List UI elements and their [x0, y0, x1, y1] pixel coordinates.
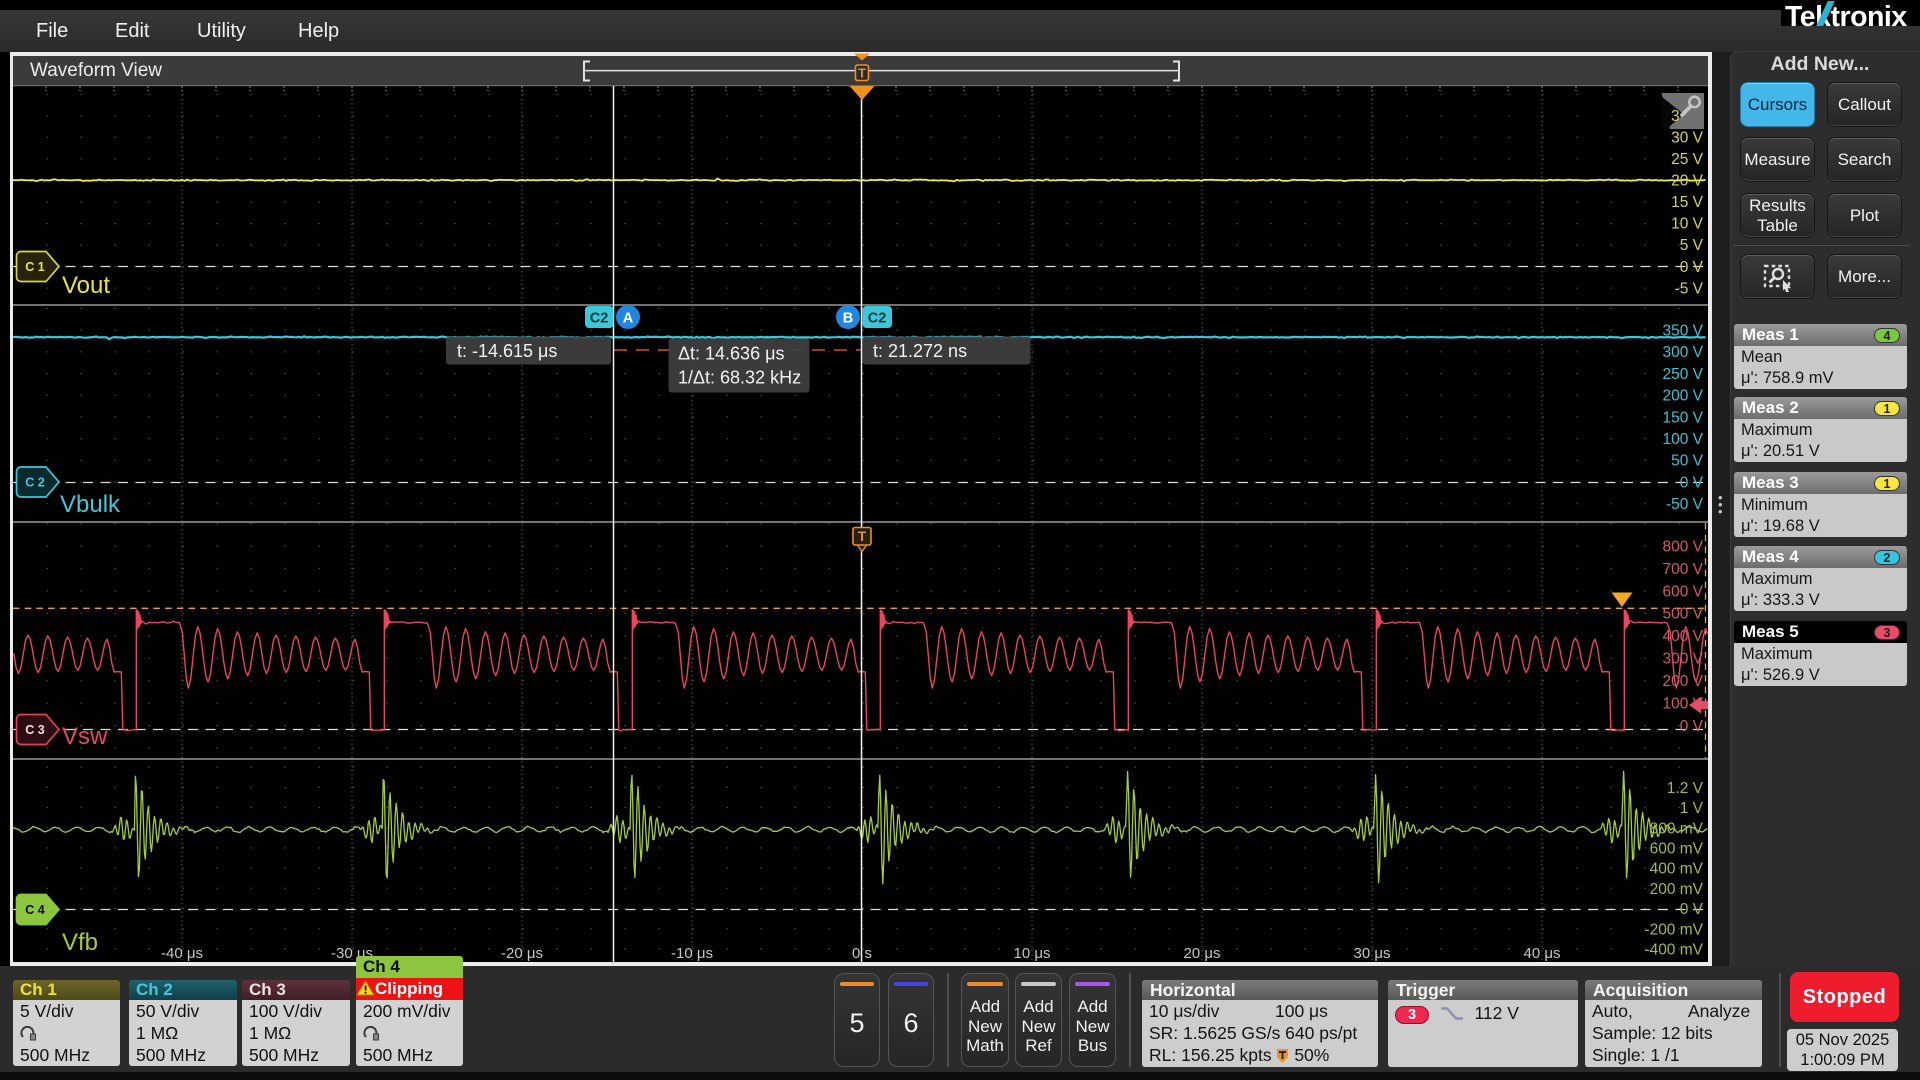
svg-text:30 μs: 30 μs	[1354, 945, 1391, 962]
svg-text:200 mV: 200 mV	[1650, 881, 1704, 898]
svg-text:20 μs: 20 μs	[1184, 945, 1221, 962]
svg-text:C 2: C 2	[25, 476, 45, 490]
svg-text:Vsw: Vsw	[62, 723, 108, 750]
svg-text:400 mV: 400 mV	[1650, 861, 1704, 878]
svg-text:150 V: 150 V	[1662, 409, 1703, 426]
svg-text:200 V: 200 V	[1662, 673, 1703, 690]
svg-text:1 V: 1 V	[1680, 800, 1704, 817]
svg-text:600 V: 600 V	[1662, 583, 1703, 600]
svg-text:Vfb: Vfb	[62, 929, 98, 956]
svg-text:10 V: 10 V	[1671, 216, 1704, 233]
svg-text:0 V: 0 V	[1680, 259, 1704, 276]
svg-text:-50 V: -50 V	[1666, 496, 1704, 513]
svg-text:T: T	[858, 67, 866, 81]
svg-text:1.2 V: 1.2 V	[1667, 780, 1704, 797]
svg-text:100 V: 100 V	[1662, 696, 1703, 713]
svg-text:250 V: 250 V	[1662, 366, 1703, 383]
svg-text:-20 μs: -20 μs	[501, 945, 543, 962]
svg-text:0 V: 0 V	[1680, 474, 1704, 491]
svg-text:500 V: 500 V	[1662, 606, 1703, 623]
svg-text:Vbulk: Vbulk	[60, 491, 121, 518]
svg-text:100 V: 100 V	[1662, 431, 1703, 448]
svg-text:700 V: 700 V	[1662, 561, 1703, 578]
svg-text:1/Δt: 68.32 kHz: 1/Δt: 68.32 kHz	[678, 368, 801, 388]
svg-text:-10 μs: -10 μs	[671, 945, 713, 962]
svg-text:t: -14.615 μs: t: -14.615 μs	[457, 341, 557, 361]
svg-text:C 1: C 1	[25, 260, 45, 274]
svg-text:50 V: 50 V	[1671, 453, 1704, 470]
svg-text:0 V: 0 V	[1680, 718, 1704, 735]
svg-text:5 V: 5 V	[1680, 237, 1704, 254]
svg-text:C2: C2	[590, 311, 609, 327]
svg-text:T: T	[858, 529, 867, 544]
svg-text:10 μs: 10 μs	[1014, 945, 1051, 962]
svg-text:400 V: 400 V	[1662, 628, 1703, 645]
svg-text:3: 3	[1671, 108, 1680, 125]
svg-text:20 V: 20 V	[1671, 173, 1704, 190]
svg-text:800 V: 800 V	[1662, 538, 1703, 555]
svg-text:-40 μs: -40 μs	[161, 945, 203, 962]
svg-text:300 V: 300 V	[1662, 344, 1703, 361]
svg-text:30 V: 30 V	[1671, 130, 1704, 147]
svg-text:C 3: C 3	[25, 723, 45, 737]
svg-text:B: B	[843, 311, 853, 327]
svg-text:15 V: 15 V	[1671, 194, 1704, 211]
svg-text:0 V: 0 V	[1680, 901, 1704, 918]
svg-text:C2: C2	[868, 311, 887, 327]
svg-text:300 V: 300 V	[1662, 651, 1703, 668]
svg-text:Vout: Vout	[62, 272, 110, 299]
svg-text:800 mV: 800 mV	[1650, 820, 1704, 837]
svg-text:t: 21.272 ns: t: 21.272 ns	[873, 341, 967, 361]
svg-text:C 4: C 4	[25, 903, 45, 917]
svg-text:200 V: 200 V	[1662, 388, 1703, 405]
svg-text:25 V: 25 V	[1671, 151, 1704, 168]
svg-text:600 mV: 600 mV	[1650, 841, 1704, 858]
svg-text:350 V: 350 V	[1662, 323, 1703, 340]
svg-text:40 μs: 40 μs	[1524, 945, 1561, 962]
svg-text:Δt: 14.636 μs: Δt: 14.636 μs	[678, 344, 784, 364]
svg-text:-400 mV: -400 mV	[1644, 942, 1703, 959]
svg-text:A: A	[623, 311, 634, 327]
svg-text:-200 mV: -200 mV	[1644, 921, 1703, 938]
svg-text:-5 V: -5 V	[1675, 280, 1704, 297]
svg-text:0 s: 0 s	[852, 945, 872, 962]
